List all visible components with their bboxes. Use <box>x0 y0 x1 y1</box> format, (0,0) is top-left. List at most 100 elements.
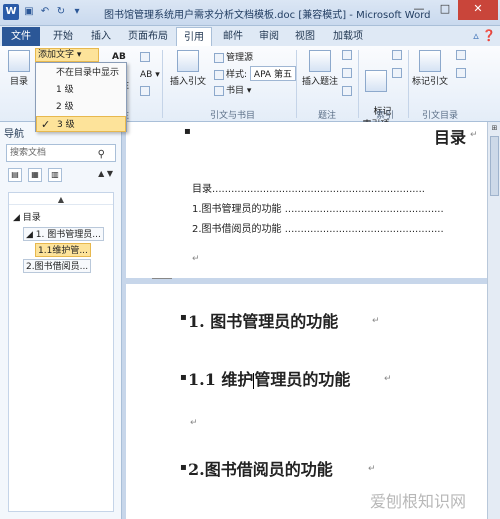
insert-caption-label: 插入题注 <box>301 77 338 87</box>
toc-icon <box>8 50 30 72</box>
insert-toa-icon[interactable] <box>456 50 468 61</box>
dropdown-item-level-1[interactable]: 1 级 <box>36 82 126 98</box>
style-value: APA 第五 <box>249 66 296 81</box>
save-icon[interactable]: ▣ <box>22 5 36 19</box>
maximize-button[interactable]: □ <box>432 0 458 20</box>
heading-1-1[interactable]: 1.1 维护管理员的功能 <box>188 366 350 390</box>
next-footnote-icon[interactable]: AB ▾ <box>140 70 160 80</box>
pages-view-icon[interactable]: ▦ <box>28 168 42 182</box>
headings-view-icon[interactable]: ▤ <box>8 168 22 182</box>
toc-heading[interactable]: 目录 <box>434 124 466 148</box>
group-label-index: 索引 <box>376 111 395 121</box>
mark-citation-button[interactable]: 标记引文 <box>412 50 448 87</box>
tab-mailings[interactable]: 邮件 <box>218 27 248 46</box>
dropdown-item-do-not-show[interactable]: 不在目录中显示 <box>36 65 126 81</box>
group-separator <box>296 50 297 118</box>
tab-file[interactable]: 文件 <box>2 27 40 46</box>
list-bullet: ▪ <box>184 126 191 137</box>
page-2: ▪ 1. 图书管理员的功能 ↵ ▪ 1.1 维护管理员的功能 ↵ ↵ ▪ 2.图… <box>126 284 487 519</box>
insert-citation-label: 插入引文 <box>169 77 206 87</box>
vertical-scrollbar[interactable]: ⊞ <box>487 122 500 519</box>
paragraph-mark: ↵ <box>470 130 478 140</box>
toc-button-label: 目录 <box>9 77 28 87</box>
tab-home[interactable]: 开始 <box>48 27 78 46</box>
insert-caption-icon <box>309 50 331 72</box>
nav-search-input[interactable]: 搜索文档 ⚲ <box>6 144 116 162</box>
heading-2[interactable]: 2.图书借阅员的功能 <box>188 456 333 480</box>
ribbon-tabs: 文件 开始 插入 页面布局 引用 邮件 审阅 视图 加载项 ▵ ❓ <box>0 26 500 46</box>
dropdown-item-level-2[interactable]: 2 级 <box>36 99 126 115</box>
paragraph-mark: ↵ <box>368 464 376 474</box>
group-separator <box>408 50 409 118</box>
toc-entry[interactable]: 2.图书借阅员的功能 .............................… <box>192 220 444 235</box>
scrollbar-thumb[interactable] <box>490 136 499 196</box>
cross-reference-icon[interactable] <box>342 86 354 97</box>
paragraph-mark: ↵ <box>190 418 198 428</box>
heading-1[interactable]: 1. 图书管理员的功能 <box>188 308 338 332</box>
redo-icon[interactable]: ↻ <box>54 5 68 19</box>
manage-sources-button[interactable]: 管理源 <box>214 50 253 63</box>
update-index-icon[interactable] <box>392 68 404 79</box>
navigation-pane: 导航 × 搜索文档 ⚲ ▤ ▦ ▥ ▲ ▼ ▲ ◢ 目录 ◢ 1. 图书管理员.… <box>0 122 122 519</box>
tree-item-toc[interactable]: ◢ 目录 <box>13 211 41 225</box>
tab-insert[interactable]: 插入 <box>86 27 116 46</box>
insert-footnote-icon[interactable]: AB <box>112 52 126 62</box>
update-table-icon[interactable] <box>342 68 354 79</box>
manage-sources-label: 管理源 <box>226 53 254 63</box>
close-button[interactable]: ✕ <box>458 0 498 20</box>
heading-1-1-part-a: 1.1 维护 <box>188 370 254 389</box>
insert-caption-button[interactable]: 插入题注 <box>300 50 340 87</box>
title-bar: W ▣ ↶ ↻ ▾ 图书馆管理系统用户需求分析文档模板.doc [兼容模式] -… <box>0 0 500 26</box>
style-select[interactable]: 样式: APA 第五 <box>214 66 296 81</box>
add-text-dropdown: 不在目录中显示 1 级 2 级 ✓ 3 级 <box>35 62 127 132</box>
tree-item-heading-1[interactable]: ◢ 1. 图书管理员... <box>23 227 104 241</box>
check-icon: ✓ <box>41 118 51 131</box>
group-label-captions: 题注 <box>318 111 337 121</box>
minimize-button[interactable]: — <box>406 0 432 20</box>
toc-entry[interactable]: 1.图书管理员的功能 .............................… <box>192 200 444 215</box>
document-area: ▪ 目录 ↵ 目录...............................… <box>122 122 487 519</box>
watermark: 爱刨根知识网 <box>370 492 467 511</box>
group-separator <box>162 50 163 118</box>
bibliography-button[interactable]: 书目 ▾ <box>214 83 251 96</box>
undo-icon[interactable]: ↶ <box>38 5 52 19</box>
update-toa-icon[interactable] <box>456 68 468 79</box>
paragraph-mark: ↵ <box>384 374 392 384</box>
group-label-citations: 引文与书目 <box>210 111 256 121</box>
mark-citation-icon <box>419 50 441 72</box>
nav-search-placeholder: 搜索文档 <box>10 148 47 158</box>
results-view-icon[interactable]: ▥ <box>48 168 62 182</box>
show-notes-icon[interactable] <box>140 86 152 97</box>
heading-1-1-part-b: 管理员的功能 <box>254 370 351 389</box>
tab-view[interactable]: 视图 <box>290 27 320 46</box>
tree-scroll-up-icon[interactable]: ▲ <box>9 195 113 205</box>
insert-index-icon[interactable] <box>392 50 404 61</box>
toc-button[interactable]: 目录 <box>6 50 32 87</box>
insert-endnote-icon[interactable] <box>140 52 152 63</box>
window-title: 图书馆管理系统用户需求分析文档模板.doc [兼容模式] - Microsoft… <box>104 10 431 21</box>
ruler-toggle-icon[interactable]: ⊞ <box>490 124 499 134</box>
group-separator <box>358 50 359 118</box>
quick-access-dropdown-icon[interactable]: ▾ <box>70 5 84 19</box>
nav-prev-next-icon[interactable]: ▲ ▼ <box>98 169 113 178</box>
tab-page-layout[interactable]: 页面布局 <box>124 27 172 46</box>
dropdown-item-level-3[interactable]: ✓ 3 级 <box>36 116 126 132</box>
tree-item-heading-2[interactable]: 2.图书借阅员... <box>23 259 92 273</box>
tab-references[interactable]: 引用 <box>176 27 212 46</box>
nav-tree: ▲ ◢ 目录 ◢ 1. 图书管理员... 1.1维护管... 2.图书借阅员..… <box>8 192 114 512</box>
word-logo-icon[interactable]: W <box>3 4 19 20</box>
search-icon[interactable]: ⚲ <box>98 147 105 163</box>
add-text-button[interactable]: 添加文字 ▾ <box>35 48 99 62</box>
insert-citation-button[interactable]: 插入引文 <box>168 50 208 87</box>
list-bullet: ▪ <box>180 462 187 473</box>
mark-citation-label: 标记引文 <box>412 77 449 87</box>
tab-addins[interactable]: 加载项 <box>328 27 368 46</box>
tree-item-heading-1-1[interactable]: 1.1维护管... <box>35 243 91 257</box>
list-bullet: ▪ <box>180 312 187 323</box>
page-1: ▪ 目录 ↵ 目录...............................… <box>126 122 487 278</box>
group-label-toa: 引文目录 <box>422 111 459 121</box>
help-icon[interactable]: ▵ ❓ <box>473 29 496 42</box>
toc-entry[interactable]: 目录......................................… <box>192 180 425 195</box>
tab-review[interactable]: 审阅 <box>254 27 284 46</box>
insert-table-figures-icon[interactable] <box>342 50 354 61</box>
